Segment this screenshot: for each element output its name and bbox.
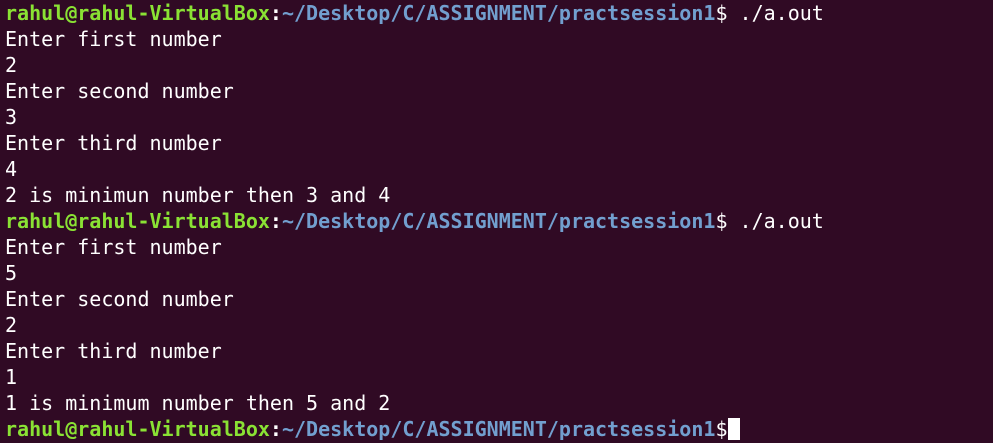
prompt-colon: :: [269, 209, 282, 233]
output-line: Enter second number: [5, 287, 234, 311]
output-line: 2: [5, 53, 18, 77]
terminal-window[interactable]: rahul@rahul-VirtualBox:~/Desktop/C/ASSIG…: [0, 0, 993, 443]
output-line: 1: [5, 365, 18, 389]
output-line: Enter third number: [5, 339, 222, 363]
current-prompt-line[interactable]: rahul@rahul-VirtualBox:~/Desktop/C/ASSIG…: [5, 416, 993, 442]
prompt-symbol: $: [715, 417, 728, 441]
prompt-user-host: rahul@rahul-VirtualBox: [5, 417, 270, 441]
prompt-line: rahul@rahul-VirtualBox:~/Desktop/C/ASSIG…: [5, 208, 993, 234]
output-line: 2 is minimun number then 3 and 4: [5, 183, 391, 207]
command-text: ./a.out: [727, 1, 824, 25]
prompt-colon: :: [269, 417, 282, 441]
output-line: 2: [5, 313, 18, 337]
output-line: Enter third number: [5, 131, 222, 155]
prompt-line: rahul@rahul-VirtualBox:~/Desktop/C/ASSIG…: [5, 0, 993, 26]
output-line: Enter first number: [5, 27, 222, 51]
prompt-user-host: rahul@rahul-VirtualBox: [5, 209, 270, 233]
prompt-path: ~/Desktop/C/ASSIGNMENT/practsession1: [281, 417, 716, 441]
output-line: 1 is minimum number then 5 and 2: [5, 391, 391, 415]
output-line: 4: [5, 157, 18, 181]
prompt-path: ~/Desktop/C/ASSIGNMENT/practsession1: [281, 1, 716, 25]
output-line: 3: [5, 105, 18, 129]
prompt-symbol: $: [715, 1, 728, 25]
output-line: Enter second number: [5, 79, 234, 103]
text-cursor: [728, 418, 741, 440]
prompt-symbol: $: [715, 209, 728, 233]
command-text: ./a.out: [727, 209, 824, 233]
prompt-path: ~/Desktop/C/ASSIGNMENT/practsession1: [281, 209, 716, 233]
output-line: 5: [5, 261, 18, 285]
prompt-user-host: rahul@rahul-VirtualBox: [5, 1, 270, 25]
output-line: Enter first number: [5, 235, 222, 259]
prompt-colon: :: [269, 1, 282, 25]
